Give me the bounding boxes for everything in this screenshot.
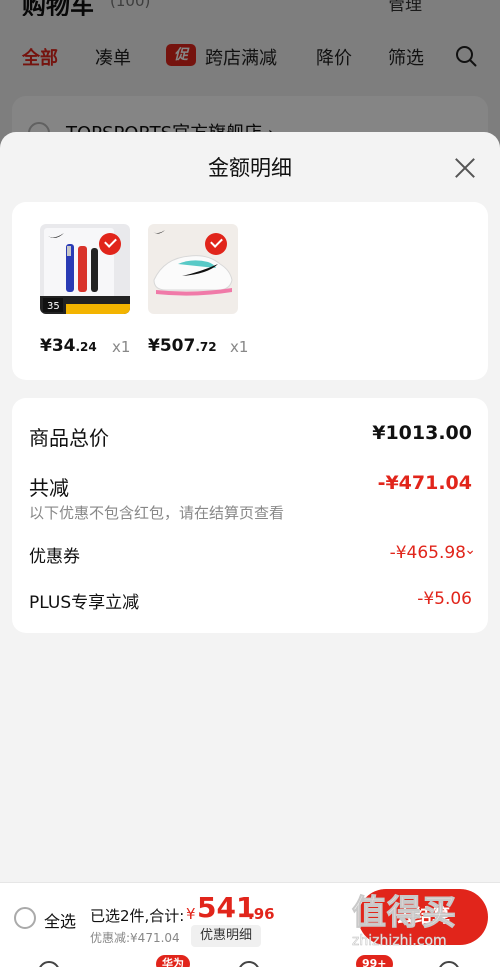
chevron-down-icon[interactable]: ⌄ <box>464 542 476 558</box>
total-price-label: 商品总价 <box>29 426 109 450</box>
discount-note: 以下优惠不包含红包，请在结算页查看 <box>29 504 285 522</box>
tab-badge: 华为 <box>156 955 190 967</box>
plus-discount-value: -¥5.06 <box>417 589 472 609</box>
close-icon[interactable] <box>451 154 479 182</box>
product-qty: x1 <box>112 338 131 356</box>
watermark-url: zhizhizhi.com <box>352 933 447 950</box>
category-icon[interactable] <box>238 961 260 967</box>
profile-icon[interactable] <box>438 961 460 967</box>
checked-icon[interactable] <box>205 233 227 255</box>
sum-decimal: .96 <box>248 905 275 923</box>
checkout-bar: 全选 已选2件,合计: ¥ 541 .96 优惠减:¥471.04 优惠明细 去… <box>0 882 500 952</box>
total-reduce-value: -¥471.04 <box>377 472 472 494</box>
bottom-tab-bar: 华为 99+ <box>0 952 500 967</box>
plus-discount-label: PLUS专享立减 <box>29 593 140 613</box>
total-price-value: ¥1013.00 <box>372 422 472 444</box>
discount-total-text: 优惠减:¥471.04 <box>90 931 180 945</box>
select-all-radio[interactable] <box>14 907 36 929</box>
product-qty: x1 <box>230 338 249 356</box>
coupon-value[interactable]: -¥465.98 <box>390 543 466 563</box>
selected-count-text: 已选2件,合计: <box>90 907 185 925</box>
checked-icon[interactable] <box>99 233 121 255</box>
product-price: ¥34.24 <box>40 336 97 356</box>
home-icon[interactable] <box>38 961 60 967</box>
selected-products-card: 35 ¥34.24 x1 ¥507.72 x1 <box>12 202 488 380</box>
discount-detail-button[interactable]: 优惠明细 <box>191 925 261 947</box>
amount-detail-sheet: 金额明细 35 ¥34.24 x1 ¥507.72 x1 商品总价 ¥1013.… <box>0 132 500 967</box>
sum-currency: ¥ <box>186 905 196 923</box>
watermark-logo: 值得买 <box>352 893 457 934</box>
coupon-label: 优惠券 <box>29 547 80 567</box>
sheet-title: 金额明细 <box>208 156 292 180</box>
select-all-label[interactable]: 全选 <box>44 908 76 932</box>
product-price: ¥507.72 <box>148 336 217 356</box>
product-label-tag: 35 <box>47 301 60 312</box>
cart-badge: 99+ <box>356 955 393 967</box>
site-watermark: 值得买 zhizhizhi.com <box>350 883 500 953</box>
price-summary-card: 商品总价 ¥1013.00 共减 -¥471.04 以下优惠不包含红包，请在结算… <box>12 398 488 633</box>
total-reduce-label: 共减 <box>29 476 69 500</box>
sum-integer: 541 <box>197 891 256 924</box>
